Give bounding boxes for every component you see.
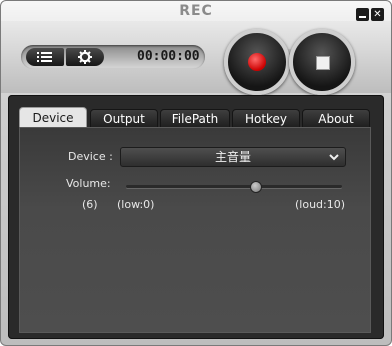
tab-output[interactable]: Output	[90, 109, 158, 127]
device-select-value: 主音量	[214, 150, 251, 164]
elapsed-timer: 00:00:00	[137, 49, 200, 64]
device-select[interactable]: 主音量	[120, 147, 346, 167]
gear-icon	[78, 50, 92, 64]
device-label: Device :	[68, 150, 113, 163]
stop-button[interactable]	[289, 29, 355, 95]
stop-icon	[316, 56, 330, 70]
record-button[interactable]	[224, 29, 290, 95]
tab-about[interactable]: About	[302, 109, 370, 127]
settings-button[interactable]	[66, 48, 104, 66]
minimize-button[interactable]	[356, 8, 369, 21]
record-icon	[248, 53, 266, 71]
list-icon	[37, 52, 52, 62]
window-title: REC	[179, 3, 213, 19]
volume-slider[interactable]	[126, 181, 342, 193]
minimize-icon	[359, 16, 366, 18]
volume-value: (6)	[82, 198, 98, 211]
close-icon: ✕	[373, 9, 382, 20]
list-button[interactable]	[26, 48, 64, 66]
app-window: REC ✕ 00:00:00 Device Output FilePath Ho…	[0, 0, 392, 346]
close-button[interactable]: ✕	[371, 8, 384, 21]
device-tab-content: Device : 主音量 Volume: (6) (low:0) (loud:1…	[19, 127, 371, 333]
tab-bar: Device Output FilePath Hotkey About	[19, 107, 371, 127]
volume-slider-thumb[interactable]	[249, 181, 262, 193]
tab-hotkey[interactable]: Hotkey	[232, 109, 300, 127]
volume-label: Volume:	[66, 177, 111, 190]
volume-max-label: (loud:10)	[295, 198, 346, 211]
settings-panel: Device Output FilePath Hotkey About Devi…	[8, 95, 384, 339]
title-bar[interactable]: REC ✕	[1, 1, 391, 21]
volume-min-label: (low:0)	[117, 198, 155, 211]
control-bar: 00:00:00	[1, 21, 391, 95]
toolbar-pill: 00:00:00	[21, 45, 205, 69]
chevron-down-icon	[329, 148, 339, 172]
tab-filepath[interactable]: FilePath	[160, 109, 230, 127]
tab-device[interactable]: Device	[19, 107, 87, 127]
